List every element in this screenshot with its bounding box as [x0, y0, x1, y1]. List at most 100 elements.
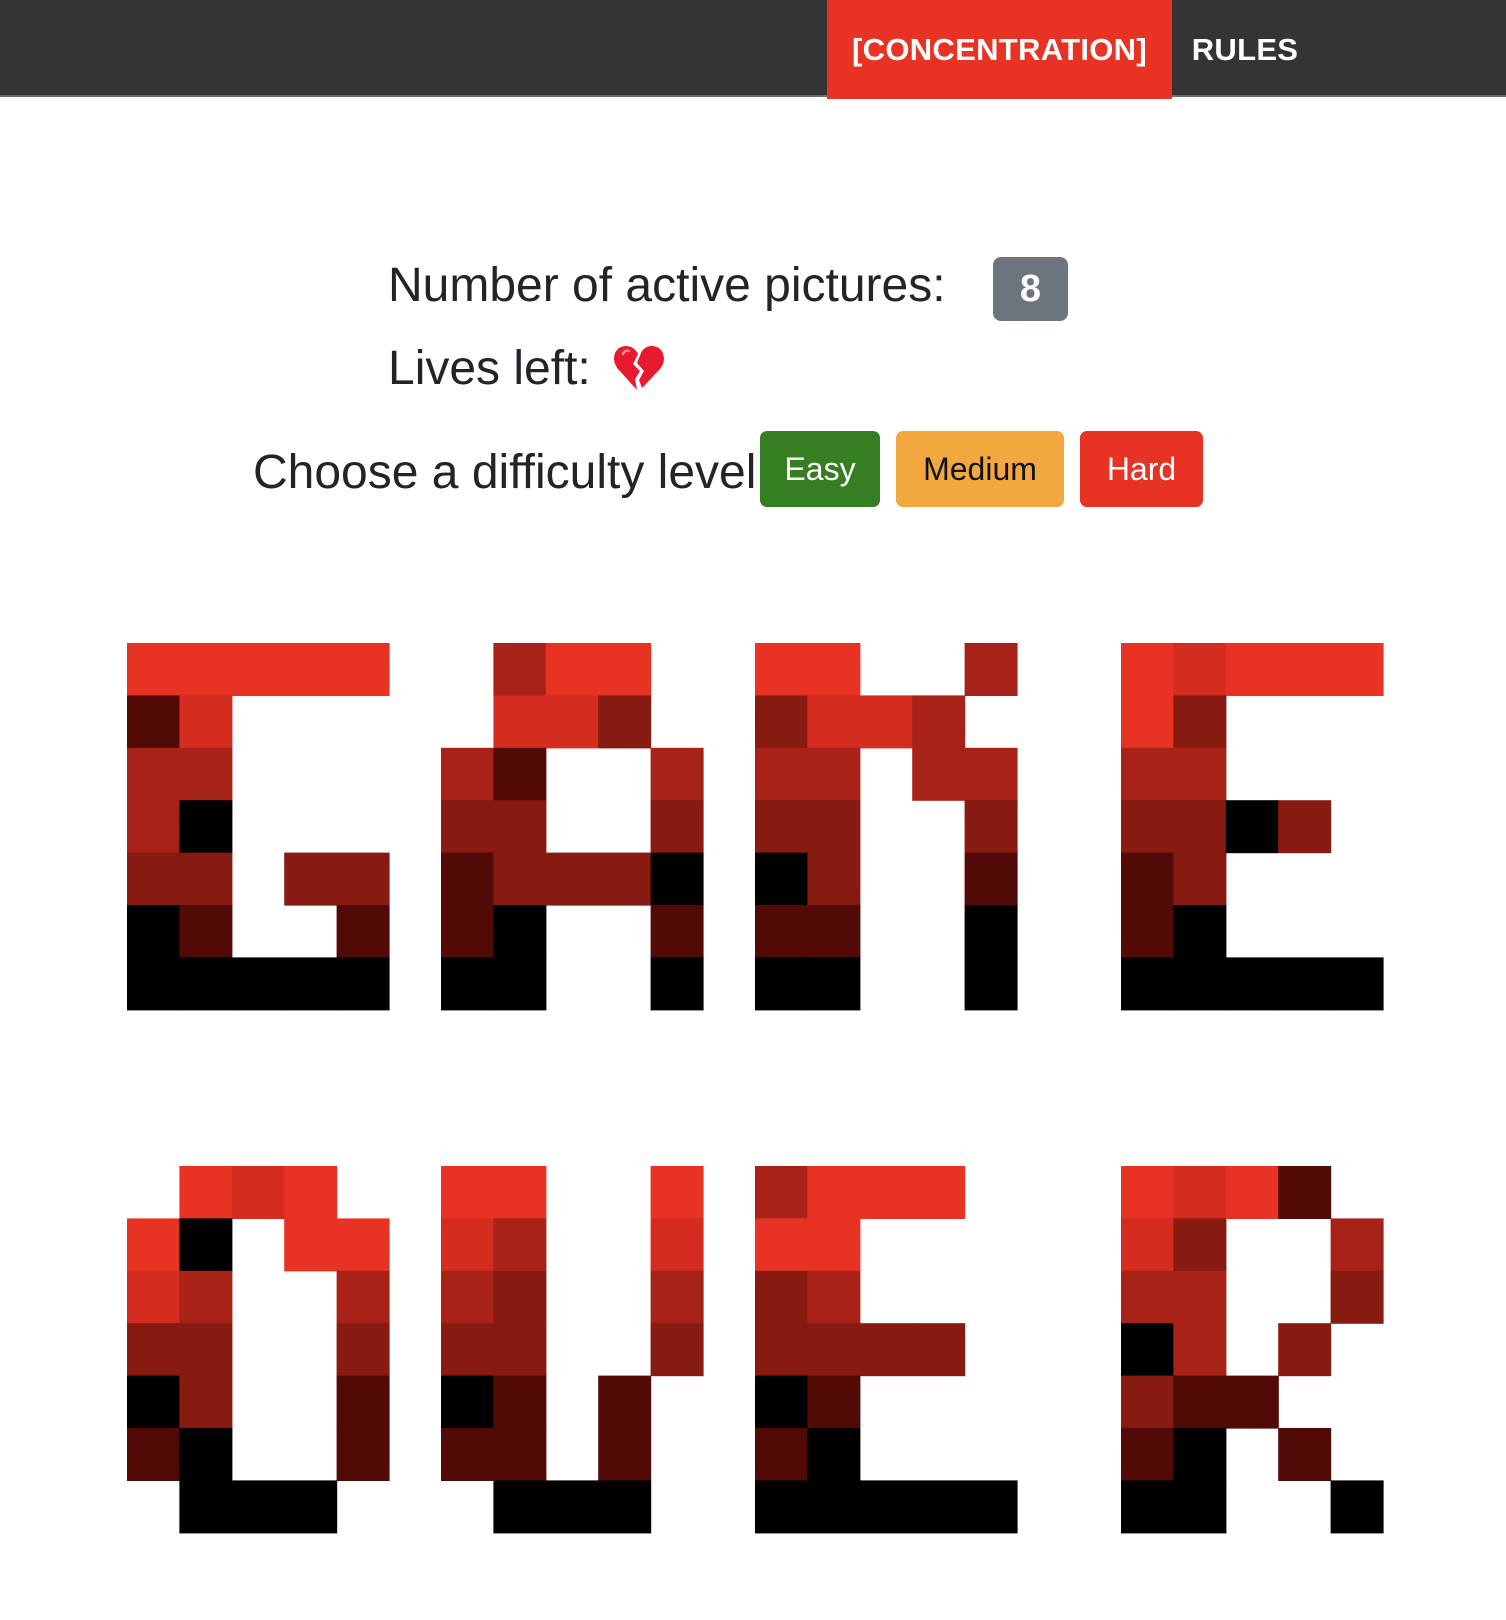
pixel-block — [650, 1270, 704, 1324]
pixel-block — [807, 1480, 861, 1534]
pixel-block — [859, 1480, 913, 1534]
pixel-block — [807, 1166, 861, 1219]
pixel-block — [441, 1428, 494, 1481]
pixel-block — [493, 1166, 547, 1219]
pixel-block — [650, 905, 704, 958]
pixel-block — [964, 905, 1018, 958]
pixel-block — [493, 1218, 547, 1272]
pixel-block — [807, 852, 861, 906]
pixel-block — [1330, 957, 1384, 1011]
pixel-block — [755, 1480, 808, 1534]
pixel-block — [755, 643, 808, 696]
pixel-block — [755, 905, 808, 958]
pixel-block — [755, 852, 808, 906]
pixel-block — [807, 747, 861, 801]
pixel-block — [807, 1270, 861, 1324]
pixel-block — [179, 1480, 233, 1534]
pixel-block — [650, 800, 704, 854]
pixel-block — [179, 1428, 233, 1481]
pixel-block — [859, 695, 913, 749]
pixel-block — [807, 1428, 861, 1481]
pixel-block — [336, 1218, 390, 1272]
pixel-block — [127, 1375, 180, 1429]
pixel-block — [1173, 643, 1227, 696]
pixel-block — [1121, 852, 1174, 906]
pixel-block — [127, 957, 180, 1011]
pixel-block — [755, 1375, 808, 1429]
pixel-block — [1225, 643, 1279, 696]
pixel-block — [598, 852, 652, 906]
pixel-block — [179, 1375, 233, 1429]
pixel-block — [1278, 1428, 1332, 1481]
pixel-block — [545, 643, 599, 696]
pixel-block — [1225, 1166, 1279, 1219]
pixel-block — [807, 695, 861, 749]
pixel-block — [545, 852, 599, 906]
game-over-pixel-art — [127, 643, 1384, 1534]
letter-g-pixels — [127, 643, 390, 1011]
pixel-block — [912, 1323, 966, 1377]
pixel-block — [755, 1428, 808, 1481]
pixel-block — [1121, 1480, 1174, 1534]
pixel-block — [964, 747, 1018, 801]
pixel-block — [807, 1375, 861, 1429]
letter-e-pixels — [755, 1166, 1018, 1534]
pixel-block — [1330, 1480, 1384, 1534]
pixel-block — [1121, 1270, 1174, 1324]
pixel-block — [1121, 747, 1174, 801]
pixel-block — [807, 800, 861, 854]
pixel-block — [755, 747, 808, 801]
pixel-block — [441, 1166, 494, 1219]
pixel-block — [493, 747, 547, 801]
pixel-block — [231, 1480, 285, 1534]
pixel-block — [1173, 1323, 1227, 1377]
pixel-block — [179, 905, 233, 958]
pixel-block — [912, 1480, 966, 1534]
pixel-block — [1121, 1166, 1174, 1219]
pixel-block — [1173, 1218, 1227, 1272]
pixel-block — [755, 1218, 808, 1272]
pixel-block — [179, 643, 233, 696]
pixel-block — [1121, 1323, 1174, 1377]
pixel-block — [493, 800, 547, 854]
pixel-block — [1278, 1323, 1332, 1377]
pixel-block — [650, 1218, 704, 1272]
pixel-block — [336, 1428, 390, 1481]
pixel-block — [441, 747, 494, 801]
pixel-block — [912, 695, 966, 749]
pixel-block — [127, 1428, 180, 1481]
pixel-block — [755, 695, 808, 749]
pixel-block — [493, 905, 547, 958]
pixel-block — [598, 1375, 652, 1429]
letter-m-pixels — [755, 643, 1018, 1011]
pixel-block — [598, 1480, 652, 1534]
pixel-block — [493, 1270, 547, 1324]
pixel-block — [598, 1428, 652, 1481]
pixel-block — [284, 1480, 338, 1534]
pixel-block — [336, 1323, 390, 1377]
pixel-block — [127, 905, 180, 958]
pixel-block — [1173, 957, 1227, 1011]
pixel-block — [127, 695, 180, 749]
pixel-block — [1121, 1218, 1174, 1272]
pixel-block — [650, 852, 704, 906]
pixel-block — [807, 957, 861, 1011]
pixel-block — [1225, 800, 1279, 854]
pixel-block — [598, 695, 652, 749]
pixel-block — [127, 1323, 180, 1377]
pixel-block — [179, 957, 233, 1011]
pixel-block — [336, 905, 390, 958]
pixel-block — [179, 695, 233, 749]
pixel-block — [336, 643, 390, 696]
pixel-block — [493, 1428, 547, 1481]
pixel-block — [912, 1166, 966, 1219]
pixel-block — [284, 957, 338, 1011]
pixel-block — [493, 957, 547, 1011]
pixel-block — [1330, 1270, 1384, 1324]
pixel-block — [284, 1166, 338, 1219]
pixel-block — [231, 643, 285, 696]
pixel-block — [284, 1218, 338, 1272]
pixel-block — [1173, 695, 1227, 749]
pixel-block — [127, 800, 180, 854]
pixel-block — [650, 957, 704, 1011]
